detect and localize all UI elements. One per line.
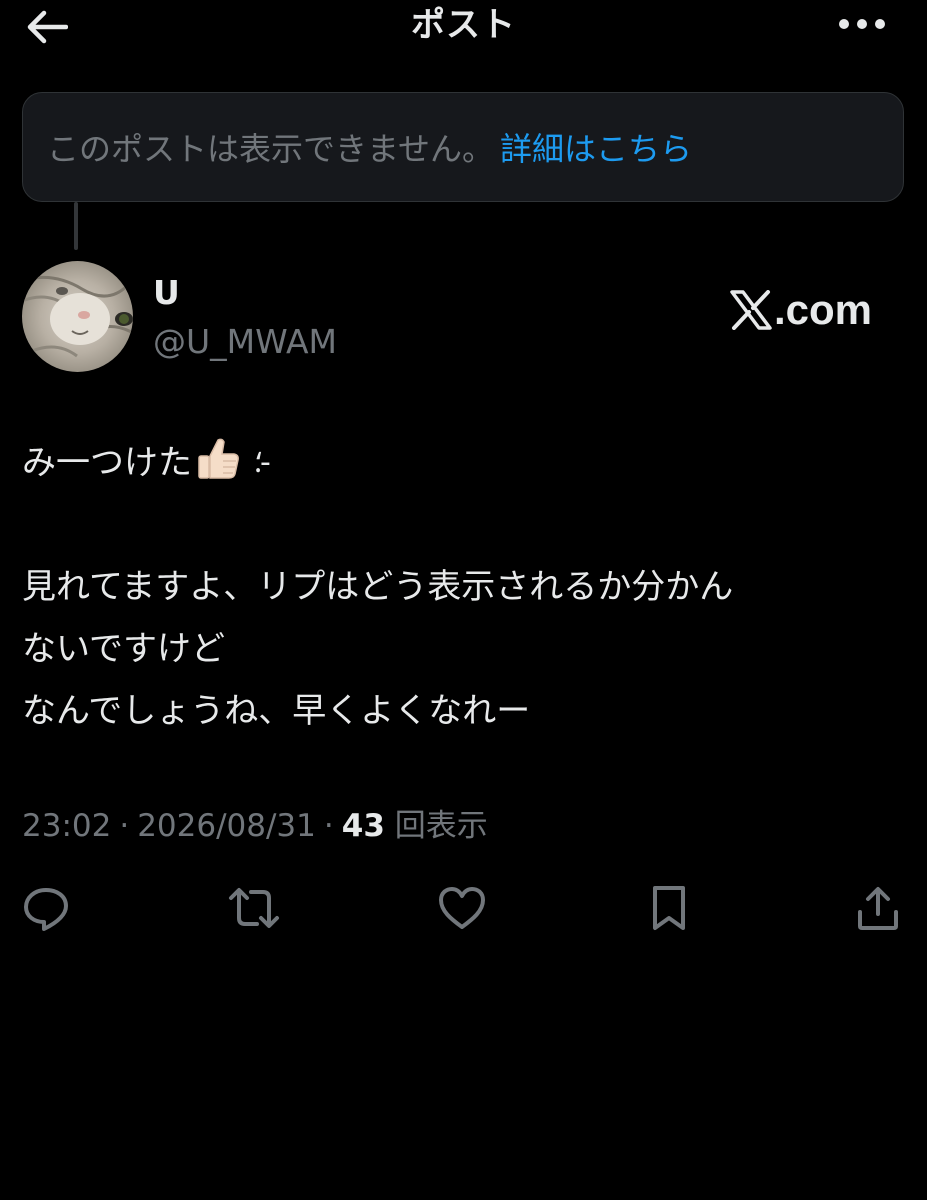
author-handle[interactable]: @U_MWAM (153, 320, 337, 364)
heart-icon (439, 887, 485, 929)
meta-separator: · (119, 808, 130, 844)
page-title: ポスト (411, 5, 516, 45)
reply-button[interactable] (18, 880, 74, 936)
thread-connector-line (74, 202, 78, 250)
views-count[interactable]: 43 (342, 808, 385, 844)
cat-avatar (22, 261, 133, 372)
share-icon (858, 887, 898, 930)
post-line: ないですけど (22, 629, 225, 669)
post-line: 見れてますよ、リプはどう表示されるか分かん (22, 567, 734, 607)
meta-separator: · (323, 808, 334, 844)
views-label: 回表示 (394, 808, 488, 844)
top-bar: ポスト (0, 0, 927, 50)
bookmark-icon (653, 886, 685, 930)
reply-icon (24, 888, 68, 931)
bookmark-button[interactable] (641, 880, 697, 936)
post-text: み一つけた ⸵- 見れてますよ、リプはどう表示されるか分かん ないですけど なん… (22, 432, 902, 742)
post-line: なんでしょうね、早くよくなれー (22, 691, 531, 731)
x-logo-icon (730, 290, 772, 330)
post-meta: 23:02 · 2026/08/31 · 43 回表示 (22, 804, 488, 848)
post-line: み一つけた ⸵- (22, 432, 902, 494)
like-button[interactable] (434, 880, 490, 936)
repost-button[interactable] (226, 880, 282, 936)
post-time[interactable]: 23:02 (22, 808, 111, 844)
more-options-button[interactable] (832, 4, 892, 44)
unavailable-post-notice: このポストは表示できません。 詳細はこちら (22, 92, 904, 202)
more-horizontal-icon (839, 19, 885, 29)
post-action-bar (0, 876, 927, 940)
share-button[interactable] (850, 880, 906, 936)
post-line-text: み一つけた (22, 443, 192, 483)
post-date[interactable]: 2026/08/31 (137, 808, 316, 844)
x-com-watermark: .com (730, 286, 900, 334)
watermark-text: .com (774, 286, 873, 333)
thumbs-up-icon (198, 438, 239, 479)
repost-icon (229, 888, 279, 928)
avatar[interactable] (22, 261, 133, 372)
sweat-mark: ⸵- (254, 445, 271, 480)
author-display-name[interactable]: U (153, 272, 180, 314)
learn-more-link[interactable]: 詳細はこちら (500, 124, 692, 170)
notice-text: このポストは表示できません。 (47, 130, 495, 168)
